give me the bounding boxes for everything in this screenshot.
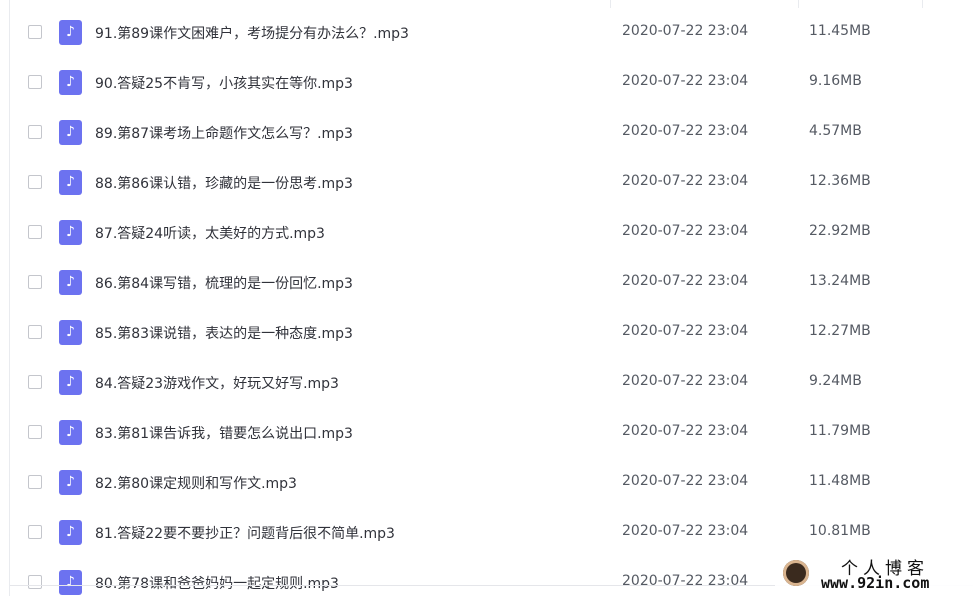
file-row[interactable]: ♪ 83.第81课告诉我，错要怎么说出口.mp3 2020-07-22 23:04 1… <box>10 408 973 458</box>
file-date: 2020-07-22 23:04 <box>622 373 749 389</box>
file-date: 2020-07-22 23:04 <box>622 73 749 89</box>
file-checkbox[interactable] <box>28 275 42 289</box>
file-checkbox[interactable] <box>28 25 42 39</box>
music-note-icon: ♪ <box>59 270 82 295</box>
file-row[interactable]: ♪ 86.第84课写错，梳理的是一份回忆.mp3 2020-07-22 23:04 1… <box>10 258 973 308</box>
file-name[interactable]: 90.答疑25不肯写，小孩其实在等你.mp3 <box>95 73 353 93</box>
music-note-icon: ♪ <box>59 570 82 595</box>
file-row[interactable]: ♪ 82.第80课定规则和写作文.mp3 2020-07-22 23:04 11.48… <box>10 458 973 508</box>
file-checkbox[interactable] <box>28 225 42 239</box>
file-size: 11.45MB <box>809 23 871 39</box>
file-name[interactable]: 80.第78课和爸爸妈妈一起定规则.mp3 <box>95 573 339 593</box>
file-name[interactable]: 88.第86课认错，珍藏的是一份思考.mp3 <box>95 173 353 193</box>
file-size: 11.79MB <box>809 423 871 439</box>
file-size: 22.92MB <box>809 223 871 239</box>
music-note-icon: ♪ <box>59 120 82 145</box>
file-checkbox[interactable] <box>28 375 42 389</box>
file-checkbox[interactable] <box>28 125 42 139</box>
file-size: 10.81MB <box>809 523 871 539</box>
music-note-icon: ♪ <box>59 170 82 195</box>
music-note-icon: ♪ <box>59 20 82 45</box>
file-name[interactable]: 89.第87课考场上命题作文怎么写？.mp3 <box>95 123 353 143</box>
music-note-icon: ♪ <box>59 320 82 345</box>
file-checkbox[interactable] <box>28 575 42 589</box>
file-row[interactable]: ♪ 85.第83课说错，表达的是一种态度.mp3 2020-07-22 23:04 1… <box>10 308 973 358</box>
music-note-icon: ♪ <box>59 70 82 95</box>
file-date: 2020-07-22 23:04 <box>622 173 749 189</box>
blog-watermark: 个人博客 www.92in.com <box>775 552 973 596</box>
file-name[interactable]: 87.答疑24听读，太美好的方式.mp3 <box>95 223 325 243</box>
file-row[interactable]: ♪ 81.答疑22要不要抄正？问题背后很不简单.mp3 2020-07-22 23:… <box>10 508 973 558</box>
file-date: 2020-07-22 23:04 <box>622 473 749 489</box>
file-name[interactable]: 91.第89课作文困难户，考场提分有办法么？.mp3 <box>95 23 409 43</box>
file-date: 2020-07-22 23:04 <box>622 323 749 339</box>
file-date: 2020-07-22 23:04 <box>622 223 749 239</box>
file-row[interactable]: ♪ 84.答疑23游戏作文，好玩又好写.mp3 2020-07-22 23:04 9.… <box>10 358 973 408</box>
file-name[interactable]: 82.第80课定规则和写作文.mp3 <box>95 473 297 493</box>
file-date: 2020-07-22 23:04 <box>622 273 749 289</box>
watermark-url: www.92in.com <box>821 574 930 592</box>
file-size: 4.57MB <box>809 123 862 139</box>
file-size: 12.27MB <box>809 323 871 339</box>
file-date: 2020-07-22 23:04 <box>622 523 749 539</box>
file-size: 9.16MB <box>809 73 862 89</box>
music-note-icon: ♪ <box>59 370 82 395</box>
file-checkbox[interactable] <box>28 525 42 539</box>
file-size: 13.24MB <box>809 273 871 289</box>
file-checkbox[interactable] <box>28 475 42 489</box>
music-note-icon: ♪ <box>59 220 82 245</box>
file-size: 9.24MB <box>809 373 862 389</box>
file-checkbox[interactable] <box>28 325 42 339</box>
file-checkbox[interactable] <box>28 425 42 439</box>
file-size: 11.48MB <box>809 473 871 489</box>
file-date: 2020-07-22 23:04 <box>622 423 749 439</box>
file-row[interactable]: ♪ 87.答疑24听读，太美好的方式.mp3 2020-07-22 23:04 22.… <box>10 208 973 258</box>
file-name[interactable]: 81.答疑22要不要抄正？问题背后很不简单.mp3 <box>95 523 395 543</box>
file-date: 2020-07-22 23:04 <box>622 23 749 39</box>
file-checkbox[interactable] <box>28 175 42 189</box>
file-row[interactable]: ♪ 91.第89课作文困难户，考场提分有办法么？.mp3 2020-07-22 23… <box>10 8 973 58</box>
file-name[interactable]: 84.答疑23游戏作文，好玩又好写.mp3 <box>95 373 339 393</box>
music-note-icon: ♪ <box>59 420 82 445</box>
file-row[interactable]: ♪ 88.第86课认错，珍藏的是一份思考.mp3 2020-07-22 23:04 1… <box>10 158 973 208</box>
file-size: 12.36MB <box>809 173 871 189</box>
file-name[interactable]: 85.第83课说错，表达的是一种态度.mp3 <box>95 323 353 343</box>
file-date: 2020-07-22 23:04 <box>622 573 749 589</box>
file-list: ♪ 91.第89课作文困难户，考场提分有办法么？.mp3 2020-07-22 23… <box>10 8 973 608</box>
file-row[interactable]: ♪ 90.答疑25不肯写，小孩其实在等你.mp3 2020-07-22 23:04 9… <box>10 58 973 108</box>
music-note-icon: ♪ <box>59 520 82 545</box>
music-note-icon: ♪ <box>59 470 82 495</box>
file-row[interactable]: ♪ 89.第87课考场上命题作文怎么写？.mp3 2020-07-22 23:04 4… <box>10 108 973 158</box>
file-name[interactable]: 86.第84课写错，梳理的是一份回忆.mp3 <box>95 273 353 293</box>
file-name[interactable]: 83.第81课告诉我，错要怎么说出口.mp3 <box>95 423 353 443</box>
file-checkbox[interactable] <box>28 75 42 89</box>
file-date: 2020-07-22 23:04 <box>622 123 749 139</box>
watermark-avatar <box>783 560 809 586</box>
